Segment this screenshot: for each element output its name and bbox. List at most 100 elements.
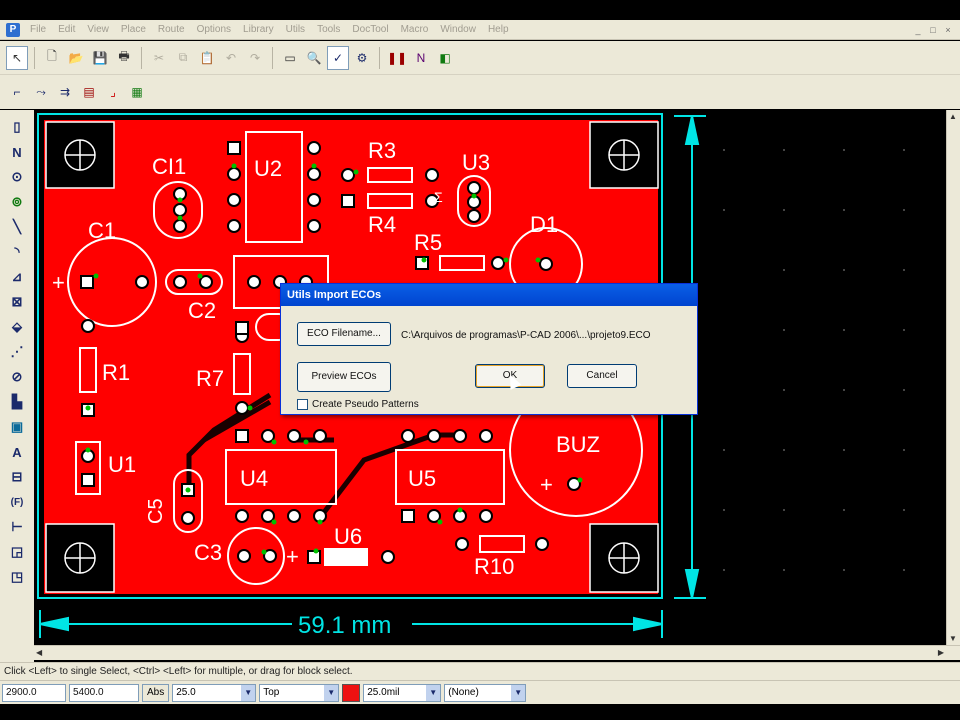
mounting-hole-tr[interactable] [589, 121, 659, 189]
menu-window[interactable]: Window [434, 20, 482, 40]
place-polygon-icon[interactable]: ⊿ [6, 266, 28, 288]
eco-filename-button[interactable]: ECO Filename... [297, 322, 391, 346]
chevron-down-icon[interactable]: ▼ [426, 684, 441, 701]
layer-select[interactable]: Top ▼ [259, 683, 340, 702]
select-pointer-icon[interactable]: ↖ [6, 45, 28, 70]
y-coordinate-field[interactable]: 5400.0 [69, 683, 139, 702]
route-manual-icon[interactable]: ⌐ [6, 80, 28, 104]
mdi-minimize-button[interactable]: _ [912, 24, 924, 36]
place-formula-icon[interactable]: (F) [6, 491, 28, 513]
place-connection-icon[interactable]: Ν [6, 141, 28, 163]
menu-macro[interactable]: Macro [395, 20, 435, 40]
mdi-restore-button[interactable]: □ [927, 24, 939, 36]
place-arc-icon[interactable]: ◝ [6, 241, 28, 263]
chevron-down-icon[interactable]: ▼ [241, 684, 256, 701]
scroll-left-icon[interactable]: ◀ [36, 648, 42, 657]
place-attribute-icon[interactable]: ⊟ [6, 466, 28, 488]
menu-edit[interactable]: Edit [52, 20, 81, 40]
mounting-hole-tl[interactable] [45, 121, 115, 189]
menu-library[interactable]: Library [237, 20, 280, 40]
view-extent-icon[interactable]: ▭ [279, 46, 301, 70]
mounting-hole-br[interactable] [589, 523, 659, 593]
mdi-close-button[interactable]: × [942, 24, 954, 36]
line-width-select[interactable]: 25.0mil ▼ [363, 683, 442, 702]
undo-icon[interactable]: ↶ [220, 46, 242, 70]
mounting-hole-bl[interactable] [45, 523, 115, 593]
app-icon[interactable]: P [6, 22, 20, 37]
placement-tools-toolbar: ▯ Ν ⊙ ⊚ ╲ ◝ ⊿ ⊠ ⬙ ⋰ ⊘ ▙ ▣ A ⊟ (F) ⊢ ◲ ◳ [0, 110, 34, 665]
menu-doctool[interactable]: DocTool [346, 20, 394, 40]
import-ecos-dialog: Utils Import ECOs ECO Filename... C:\Arq… [280, 283, 698, 415]
toolbar-separator [379, 46, 380, 69]
zoom-icon[interactable]: 🔍 [303, 46, 325, 70]
standard-toolbar: ↖ 🗋 📂 💾 🖶 ✂ ⧉ 📋 ↶ ↷ ▭ 🔍 ✓ ⚙ ❚❚ Ν ◧ [0, 41, 960, 75]
paste-icon[interactable]: 📋 [196, 46, 218, 70]
grid-dots [723, 149, 905, 571]
chevron-down-icon[interactable]: ▼ [324, 684, 339, 701]
route-diagonal-icon[interactable]: Ν [410, 46, 432, 70]
label-r4: R4 [368, 212, 396, 237]
save-icon[interactable]: 💾 [89, 46, 111, 70]
place-plane-icon[interactable]: ▙ [6, 391, 28, 413]
cut-icon[interactable]: ✂ [148, 46, 170, 70]
place-via-icon[interactable]: ⊚ [6, 191, 28, 213]
place-component-icon[interactable]: ▯ [6, 116, 28, 138]
label-r7: R7 [196, 366, 224, 391]
copper-pour-icon[interactable]: ◧ [434, 46, 456, 70]
net-select[interactable]: (None) ▼ [444, 683, 527, 702]
new-file-icon[interactable]: 🗋 [41, 46, 63, 70]
menu-view[interactable]: View [81, 20, 115, 40]
menu-options[interactable]: Options [191, 20, 237, 40]
menu-file[interactable]: File [24, 20, 52, 40]
place-text-icon[interactable]: A [6, 441, 28, 463]
board-icon[interactable]: ▦ [126, 80, 148, 104]
menu-tools[interactable]: Tools [311, 20, 346, 40]
route-parallel-icon[interactable]: ❚❚ [386, 46, 408, 70]
label-r1: R1 [102, 360, 130, 385]
x-coordinate-field[interactable]: 2900.0 [2, 683, 66, 702]
label-u6: U6 [334, 524, 362, 549]
toolbar-separator [272, 46, 273, 69]
drc-check-icon[interactable]: ✓ [327, 45, 349, 70]
place-copper-pour-icon[interactable]: ⬙ [6, 316, 28, 338]
label-ci1: CI1 [152, 154, 186, 179]
place-pickpoint-icon[interactable]: ◳ [6, 566, 28, 588]
scroll-right-icon[interactable]: ▶ [938, 648, 944, 657]
menu-utils[interactable]: Utils [280, 20, 311, 40]
preview-ecos-button[interactable]: Preview ECOs [297, 362, 391, 392]
menu-route[interactable]: Route [152, 20, 191, 40]
place-point-icon[interactable]: ◲ [6, 541, 28, 563]
place-field-icon[interactable]: ▣ [6, 416, 28, 438]
miter-icon[interactable]: ⌟ [102, 80, 124, 104]
place-no-connect-icon[interactable]: ⊘ [6, 366, 28, 388]
layer-color-swatch[interactable] [342, 683, 361, 702]
create-pseudo-patterns-option[interactable]: Create Pseudo Patterns [297, 399, 419, 410]
place-cutout-icon[interactable]: ⋰ [6, 341, 28, 363]
vertical-scrollbar[interactable]: ▲ ▼ [946, 110, 960, 645]
dialog-title[interactable]: Utils Import ECOs [281, 284, 697, 306]
chevron-down-icon[interactable]: ▼ [511, 684, 526, 701]
horizontal-scrollbar[interactable]: ◀ ▶ [34, 645, 960, 660]
menu-place[interactable]: Place [115, 20, 152, 40]
copy-icon[interactable]: ⧉ [172, 46, 194, 70]
mdi-controls: _ □ × [912, 24, 960, 36]
route-interactive-icon[interactable]: ⤳ [30, 80, 52, 104]
create-pseudo-patterns-checkbox[interactable] [297, 399, 308, 410]
place-keepout-icon[interactable]: ⊠ [6, 291, 28, 313]
menu-help[interactable]: Help [482, 20, 515, 40]
print-icon[interactable]: 🖶 [113, 46, 135, 70]
abs-toggle-button[interactable]: Abs [142, 683, 170, 702]
place-dimension-icon[interactable]: ⊢ [6, 516, 28, 538]
label-plus-c3: + [286, 544, 299, 569]
place-line-icon[interactable]: ╲ [6, 216, 28, 238]
grid-select[interactable]: 25.0 ▼ [172, 683, 257, 702]
route-multi-icon[interactable]: ⇉ [54, 80, 76, 104]
component-icon[interactable]: ▤ [78, 80, 100, 104]
scroll-down-icon[interactable]: ▼ [949, 634, 957, 643]
scroll-up-icon[interactable]: ▲ [949, 112, 957, 121]
place-pad-icon[interactable]: ⊙ [6, 166, 28, 188]
cancel-button[interactable]: Cancel [567, 364, 637, 388]
open-folder-icon[interactable]: 📂 [65, 46, 87, 70]
netlist-icon[interactable]: ⚙ [351, 46, 373, 70]
redo-icon[interactable]: ↷ [244, 46, 266, 70]
